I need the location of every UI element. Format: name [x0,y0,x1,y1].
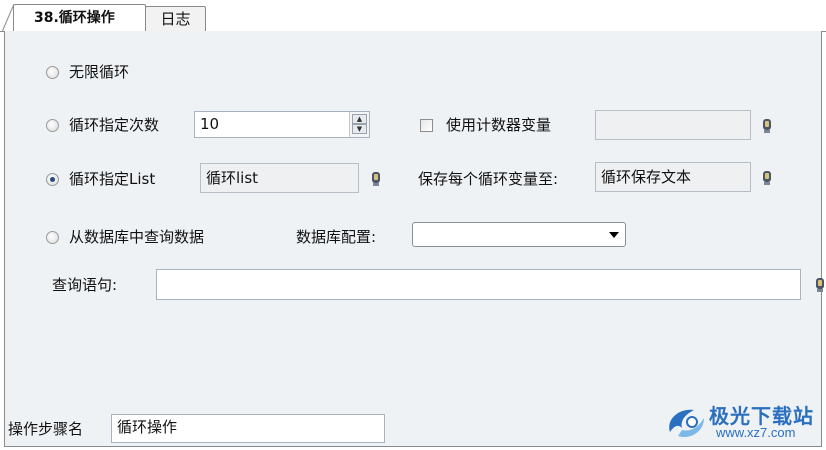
step-name-label: 操作步骤名 [8,420,84,438]
loop-count-radio[interactable] [46,119,59,132]
loop-list-radio[interactable] [46,173,59,186]
loop-count-label: 循环指定次数 [69,116,160,134]
watermark-logo-icon [669,409,704,438]
loop-list-label: 循环指定List [69,170,156,188]
loop-count-stepper[interactable]: ▲ ▼ [349,112,369,137]
watermark-url: www.xz7.com [716,425,796,440]
tab-log[interactable]: 日志 [145,6,206,32]
infinite-loop-label: 无限循环 [69,63,130,81]
query-input[interactable] [156,269,801,300]
spin-down-icon[interactable]: ▼ [352,124,367,134]
counter-variable-checkbox[interactable] [420,119,433,132]
counter-variable-field[interactable] [595,110,751,140]
counter-variable-label: 使用计数器变量 [446,116,552,134]
variable-picker-icon[interactable] [762,170,772,186]
tab-loop-operation[interactable]: 38.循环操作 [13,4,146,32]
chevron-down-icon [609,232,619,238]
variable-picker-icon[interactable] [815,277,825,293]
loop-count-input[interactable]: 10 ▲ ▼ [194,111,370,138]
loop-list-field[interactable]: 循环list [200,163,359,193]
db-query-label: 从数据库中查询数据 [69,228,205,246]
db-config-label: 数据库配置: [296,228,377,246]
save-variable-label: 保存每个循环变量至: [418,170,559,188]
infinite-loop-radio[interactable] [46,66,59,79]
variable-picker-icon[interactable] [371,171,381,187]
variable-picker-icon[interactable] [762,118,772,134]
save-variable-field[interactable]: 循环保存文本 [595,162,751,192]
db-config-select[interactable] [412,222,626,247]
step-name-input[interactable]: 循环操作 [111,414,385,443]
spin-up-icon[interactable]: ▲ [352,114,367,124]
loop-count-value: 10 [200,115,220,133]
query-label: 查询语句: [52,276,118,294]
db-query-radio[interactable] [46,231,59,244]
